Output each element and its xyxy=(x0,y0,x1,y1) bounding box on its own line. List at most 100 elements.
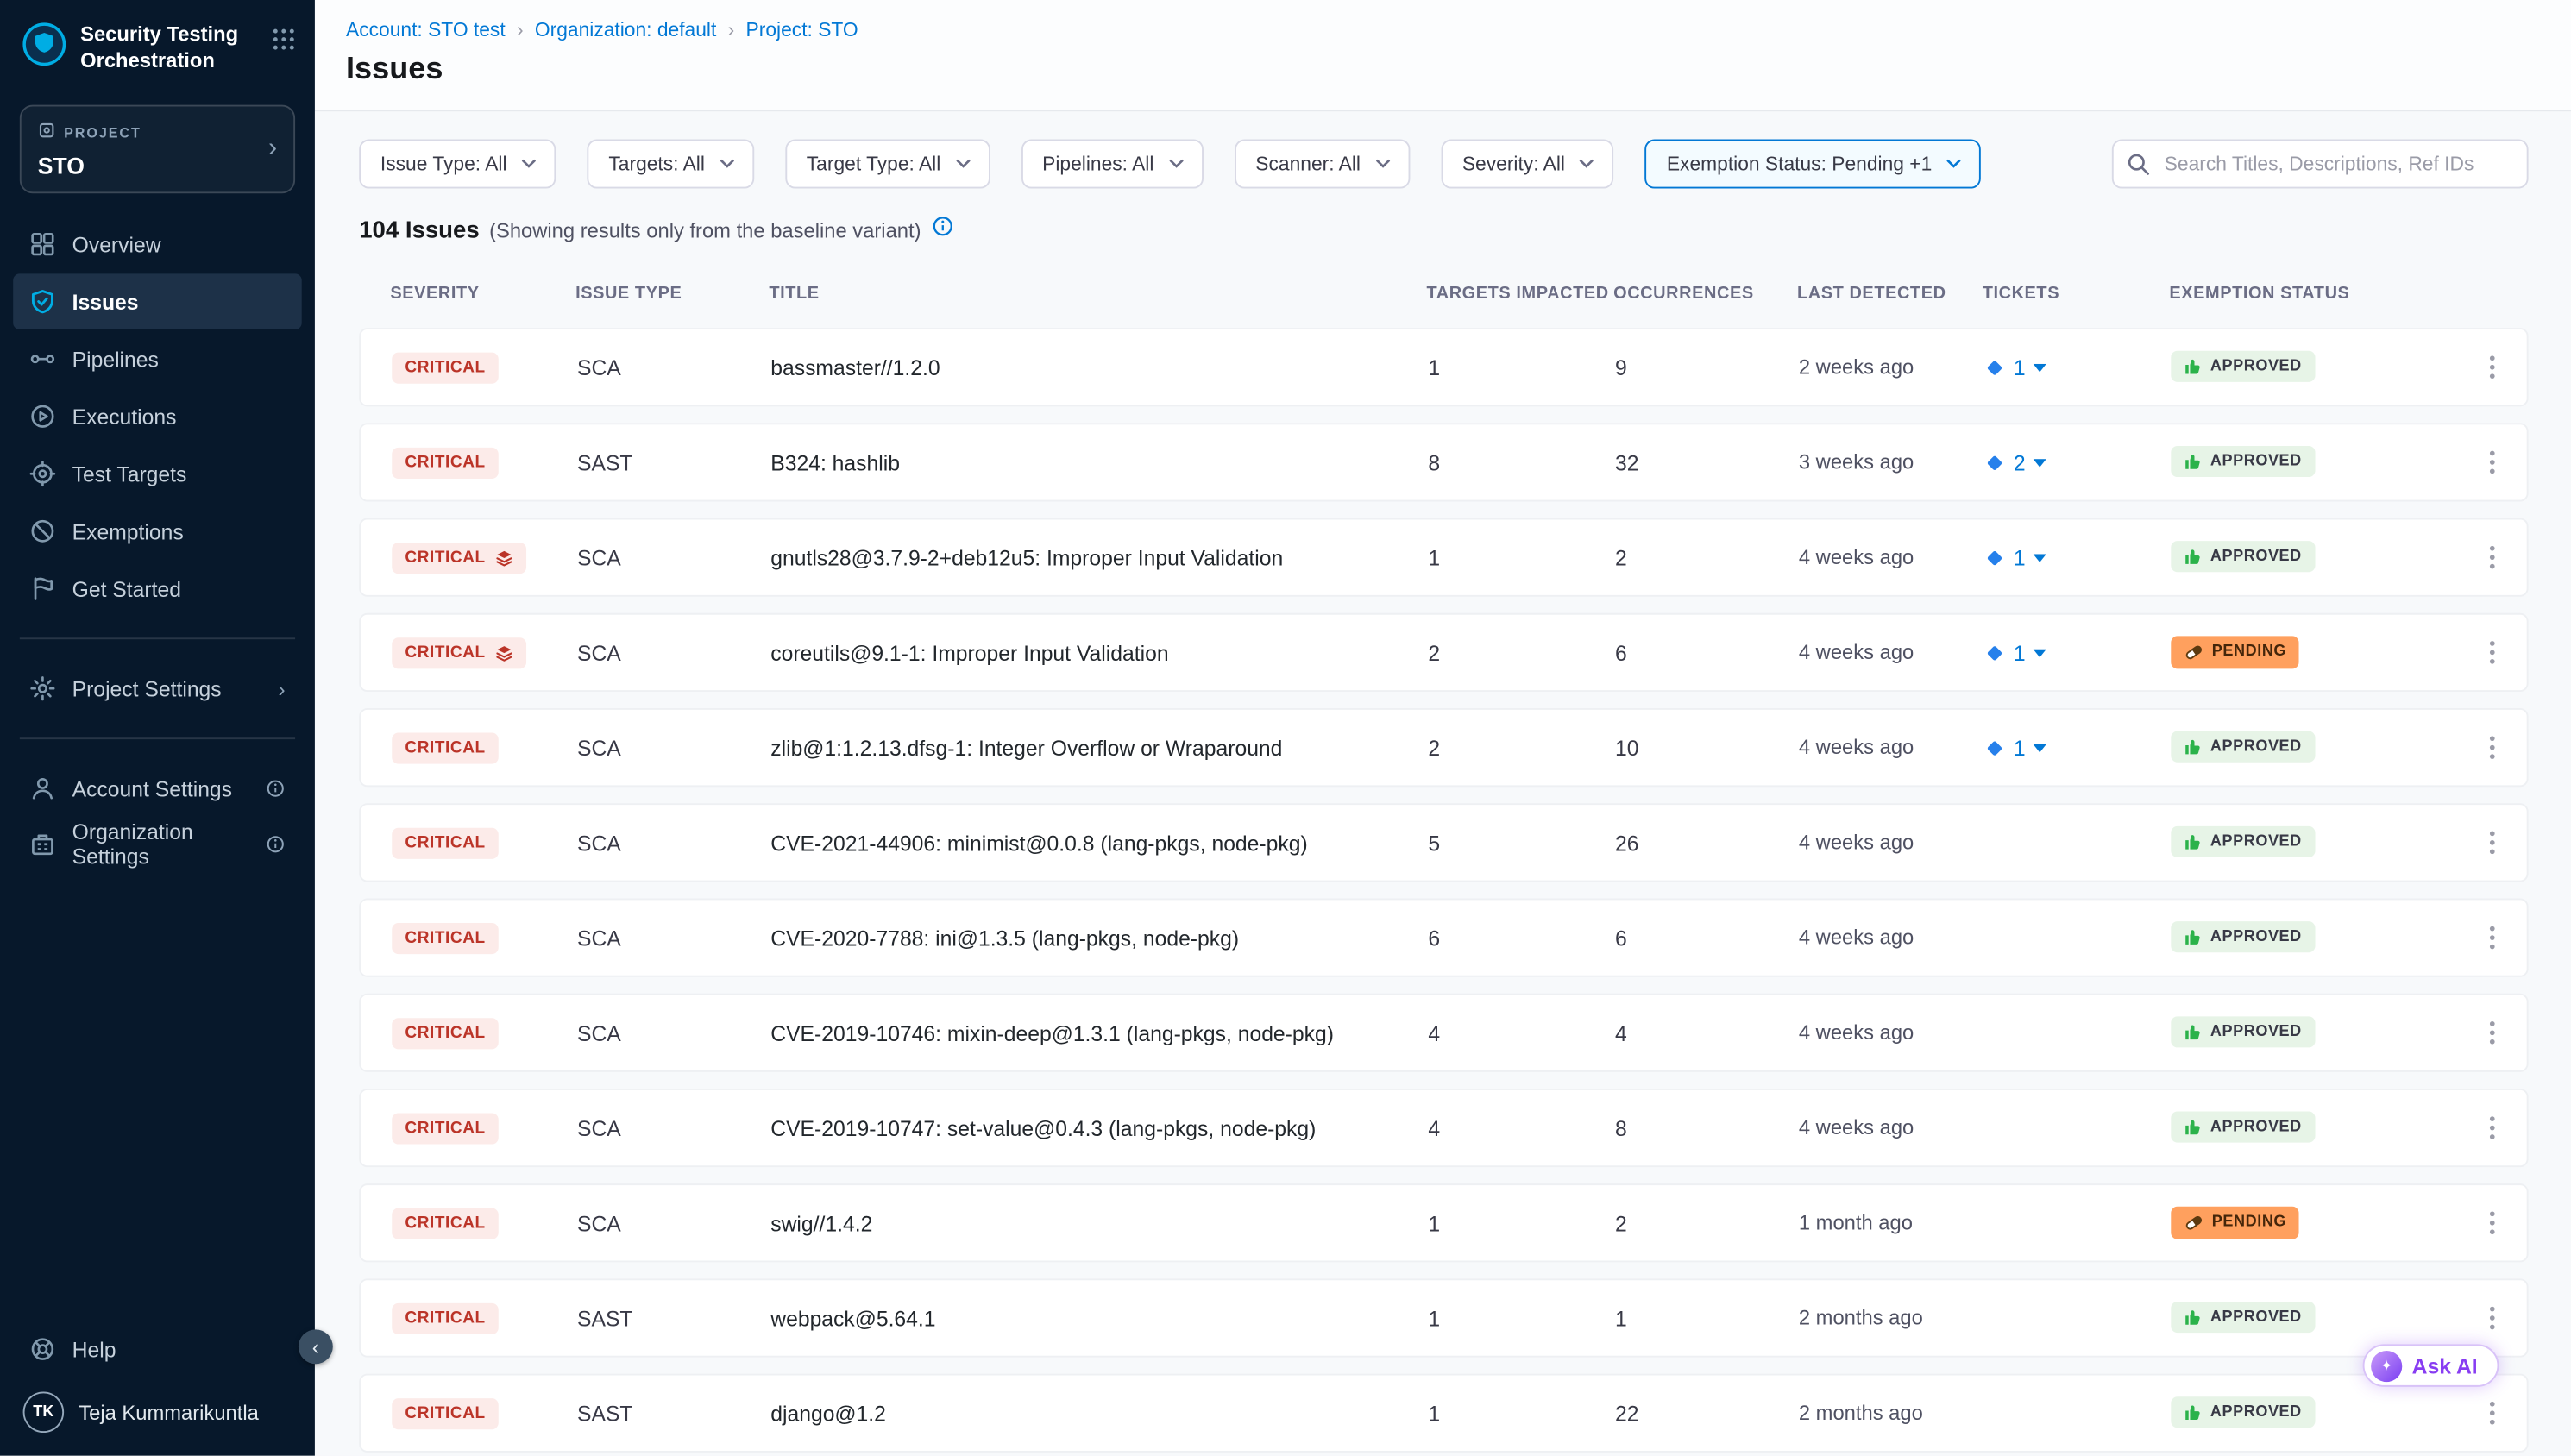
issue-title[interactable]: CVE-2019-10746: mixin-deep@1.3.1 (lang-p… xyxy=(770,1020,1428,1045)
apps-grid-icon[interactable] xyxy=(272,28,295,59)
col-occurrences: OCCURRENCES xyxy=(1613,284,1797,304)
breadcrumb-account-link[interactable]: Account: STO test xyxy=(346,18,506,41)
info-icon[interactable] xyxy=(931,215,954,246)
stacked-issues-icon xyxy=(495,644,513,662)
ticket-cell[interactable]: 1 xyxy=(1984,355,2172,380)
breadcrumb: Account: STO test › Organization: defaul… xyxy=(346,18,2571,41)
table-row[interactable]: CRITICAL SAST webpack@5.64.1 1 1 2 month… xyxy=(359,1278,2528,1357)
user-profile[interactable]: TK Teja Kummarikuntla xyxy=(0,1377,315,1435)
row-menu-button[interactable] xyxy=(2478,914,2507,960)
ticket-cell[interactable]: 2 xyxy=(1984,450,2172,475)
filter-severity[interactable]: Severity: All xyxy=(1441,140,1614,189)
ticket-cell[interactable]: 1 xyxy=(1984,640,2172,665)
sidebar-item-help[interactable]: Help xyxy=(13,1321,301,1378)
sidebar-item-issues[interactable]: Issues xyxy=(13,273,301,329)
issue-type: SCA xyxy=(577,355,770,380)
row-menu-button[interactable] xyxy=(2478,1010,2507,1056)
row-menu-button[interactable] xyxy=(2478,630,2507,675)
row-menu-button[interactable] xyxy=(2478,344,2507,390)
table-row[interactable]: CRITICAL SCA CVE-2019-10746: mixin-deep@… xyxy=(359,994,2528,1072)
issue-title[interactable]: coreutils@9.1-1: Improper Input Validati… xyxy=(770,640,1428,665)
row-menu-button[interactable] xyxy=(2478,439,2507,485)
issue-title[interactable]: B324: hashlib xyxy=(770,450,1428,475)
row-menu-button[interactable] xyxy=(2478,1105,2507,1151)
issues-table-rows: CRITICAL SCA bassmaster//1.2.0 1 9 2 wee… xyxy=(359,328,2528,1453)
table-row[interactable]: CRITICAL SCA gnutls28@3.7.9-2+deb12u5: I… xyxy=(359,518,2528,597)
issue-title[interactable]: django@1.2 xyxy=(770,1401,1428,1426)
occurrences: 2 xyxy=(1615,1211,1799,1236)
sidebar-item-get-started[interactable]: Get Started xyxy=(13,561,301,617)
project-icon xyxy=(38,118,56,147)
row-menu-button[interactable] xyxy=(2478,535,2507,581)
table-row[interactable]: CRITICAL SCA CVE-2019-10747: set-value@0… xyxy=(359,1089,2528,1167)
row-menu-button[interactable] xyxy=(2478,1200,2507,1246)
severity-badge: CRITICAL xyxy=(392,828,499,859)
sidebar-item-label: Project Settings xyxy=(72,676,222,701)
issue-title[interactable]: zlib@1:1.2.13.dfsg-1: Integer Overflow o… xyxy=(770,735,1428,760)
filter-targets[interactable]: Targets: All xyxy=(588,140,754,189)
severity-badge-label: CRITICAL xyxy=(405,1025,485,1043)
app-logo-icon xyxy=(22,22,67,76)
exemption-label: PENDING xyxy=(2212,1213,2286,1231)
ask-ai-button[interactable]: ✦ Ask AI xyxy=(2363,1344,2499,1386)
table-row[interactable]: CRITICAL SCA CVE-2020-7788: ini@1.3.5 (l… xyxy=(359,898,2528,976)
issue-title[interactable]: gnutls28@3.7.9-2+deb12u5: Improper Input… xyxy=(770,545,1428,570)
chevron-down-icon xyxy=(720,159,734,168)
project-selector[interactable]: PROJECT STO › xyxy=(20,105,295,194)
severity-badge-label: CRITICAL xyxy=(405,1120,485,1138)
sidebar-collapse-handle[interactable]: ‹ xyxy=(299,1329,333,1364)
sidebar-item-test-targets[interactable]: Test Targets xyxy=(13,446,301,502)
sidebar-item-label: Test Targets xyxy=(72,461,187,486)
chevron-down-icon xyxy=(1375,159,1390,168)
col-tickets: TICKETS xyxy=(1983,284,2170,304)
sidebar-nav: Overview Issues Pipelines Executions xyxy=(0,217,315,617)
sidebar-item-overview[interactable]: Overview xyxy=(13,217,301,273)
issue-title[interactable]: CVE-2020-7788: ini@1.3.5 (lang-pkgs, nod… xyxy=(770,926,1428,951)
occurrences: 26 xyxy=(1615,831,1799,856)
project-name: STO xyxy=(38,153,141,179)
issue-title[interactable]: CVE-2021-44906: minimist@0.0.8 (lang-pkg… xyxy=(770,831,1428,856)
sidebar-item-executions[interactable]: Executions xyxy=(13,388,301,444)
filter-exemption-status[interactable]: Exemption Status: Pending +1 xyxy=(1645,140,1981,189)
sidebar-item-account-settings[interactable]: Account Settings xyxy=(13,761,301,817)
table-row[interactable]: CRITICAL SAST B324: hashlib 8 32 3 weeks… xyxy=(359,423,2528,501)
issue-title[interactable]: bassmaster//1.2.0 xyxy=(770,355,1428,380)
table-row[interactable]: CRITICAL SCA zlib@1:1.2.13.dfsg-1: Integ… xyxy=(359,708,2528,787)
ticket-cell[interactable]: 1 xyxy=(1984,735,2172,760)
search-input[interactable] xyxy=(2112,140,2529,189)
table-row[interactable]: CRITICAL SCA bassmaster//1.2.0 1 9 2 wee… xyxy=(359,328,2528,406)
col-exemption-status: EXEMPTION STATUS xyxy=(2169,284,2479,304)
sidebar-item-exemptions[interactable]: Exemptions xyxy=(13,503,301,559)
row-menu-button[interactable] xyxy=(2478,819,2507,865)
row-menu-button[interactable] xyxy=(2478,725,2507,770)
last-detected: 4 weeks ago xyxy=(1799,641,1984,664)
row-menu-button[interactable] xyxy=(2478,1390,2507,1436)
issue-title[interactable]: swig//1.4.2 xyxy=(770,1211,1428,1236)
table-row[interactable]: CRITICAL SCA swig//1.4.2 1 2 1 month ago xyxy=(359,1183,2528,1262)
divider xyxy=(20,637,295,639)
severity-badge-label: CRITICAL xyxy=(405,1310,485,1328)
table-row[interactable]: CRITICAL SCA CVE-2021-44906: minimist@0.… xyxy=(359,803,2528,882)
sidebar-item-pipelines[interactable]: Pipelines xyxy=(13,331,301,387)
filter-pipelines[interactable]: Pipelines: All xyxy=(1021,140,1203,189)
col-severity: SEVERITY xyxy=(390,284,575,304)
info-icon[interactable] xyxy=(266,779,286,799)
breadcrumb-organization-link[interactable]: Organization: default xyxy=(535,18,716,41)
sidebar-item-project-settings[interactable]: Project Settings › xyxy=(13,661,301,717)
table-row[interactable]: CRITICAL SAST django@1.2 1 22 2 months a… xyxy=(359,1374,2528,1453)
issue-title[interactable]: CVE-2019-10747: set-value@0.4.3 (lang-pk… xyxy=(770,1115,1428,1140)
exemption-label: APPROVED xyxy=(2210,1023,2302,1041)
sidebar-item-organization-settings[interactable]: Organization Settings xyxy=(13,816,301,872)
avatar: TK xyxy=(23,1392,65,1434)
thumbs-up-icon xyxy=(2184,1023,2202,1041)
ticket-cell[interactable]: 1 xyxy=(1984,545,2172,570)
table-row[interactable]: CRITICAL SCA coreutils@9.1-1: Improper I… xyxy=(359,613,2528,692)
jira-ticket-icon xyxy=(1984,547,2006,568)
filter-scanner[interactable]: Scanner: All xyxy=(1235,140,1410,189)
row-menu-button[interactable] xyxy=(2478,1295,2507,1340)
filter-issue-type[interactable]: Issue Type: All xyxy=(359,140,556,189)
filter-target-type[interactable]: Target Type: All xyxy=(785,140,990,189)
info-icon[interactable] xyxy=(266,834,286,854)
breadcrumb-project-link[interactable]: Project: STO xyxy=(746,18,858,41)
issue-title[interactable]: webpack@5.64.1 xyxy=(770,1306,1428,1331)
